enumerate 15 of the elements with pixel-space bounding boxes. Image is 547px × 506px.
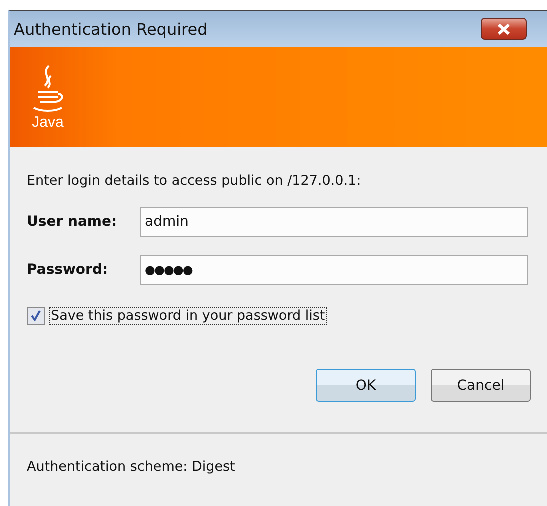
close-icon xyxy=(496,22,512,36)
checkbox[interactable] xyxy=(27,307,45,325)
password-field[interactable]: ●●●●● xyxy=(140,255,528,285)
coffee-cup-icon xyxy=(31,64,65,114)
field-label: User name: xyxy=(27,214,118,230)
footer-text: Authentication scheme: Digest xyxy=(27,459,236,475)
window-title: Authentication Required xyxy=(14,20,208,38)
logo-text: Java xyxy=(32,114,64,130)
ok-button[interactable]: OK xyxy=(316,369,416,402)
close-button[interactable] xyxy=(481,18,527,40)
checkbox-label[interactable]: Save this password in your password list xyxy=(49,307,328,325)
field-label: Password: xyxy=(27,262,110,278)
cancel-button[interactable]: Cancel xyxy=(431,369,531,402)
prompt-text: Enter login details to access public on /127.0.0.1: xyxy=(27,173,362,189)
input-field[interactable]: admin xyxy=(140,207,528,237)
